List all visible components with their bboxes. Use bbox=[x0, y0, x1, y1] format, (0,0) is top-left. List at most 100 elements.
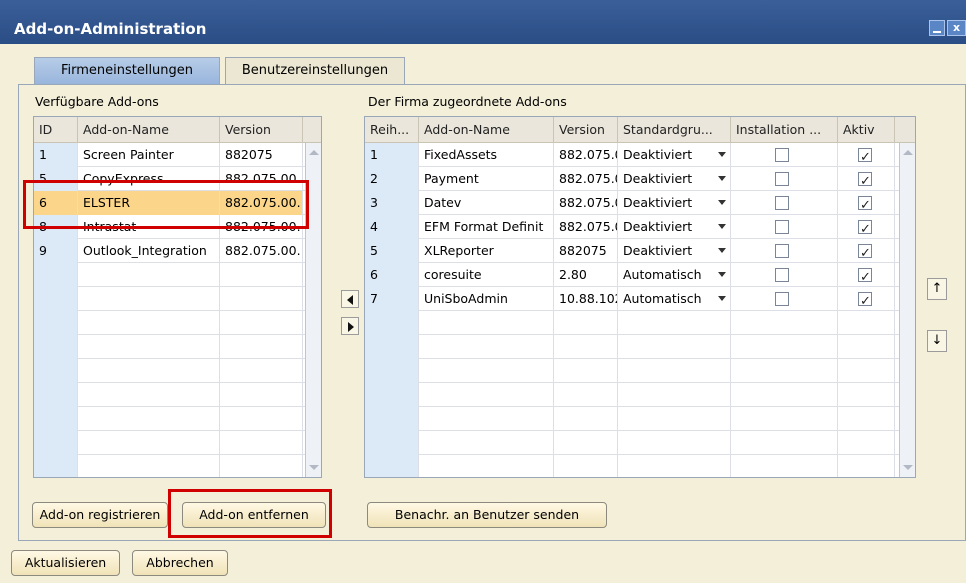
table-row[interactable] bbox=[365, 335, 899, 359]
table-row[interactable] bbox=[34, 407, 305, 431]
active-checkbox[interactable] bbox=[858, 218, 872, 239]
tab-user-settings[interactable]: Benutzereinstellungen bbox=[225, 57, 405, 84]
move-right-button[interactable] bbox=[341, 317, 359, 335]
cell-installation[interactable] bbox=[731, 239, 838, 263]
move-down-button[interactable]: ↓ bbox=[927, 330, 947, 352]
cell-default-group[interactable]: Deaktiviert bbox=[618, 167, 731, 191]
table-row[interactable]: 1 Screen Painter 882075 bbox=[34, 143, 305, 167]
scroll-up-icon[interactable] bbox=[903, 150, 913, 155]
dropdown-arrow-icon[interactable] bbox=[718, 200, 726, 205]
cell-default-group[interactable]: Automatisch bbox=[618, 287, 731, 311]
column-active[interactable]: Aktiv bbox=[838, 117, 895, 143]
table-row[interactable]: 2 Payment 882.075.0 Deaktiviert bbox=[365, 167, 899, 191]
cell-active[interactable] bbox=[838, 167, 895, 191]
table-row[interactable]: 4 EFM Format Definit 882.075.0 Deaktiviert bbox=[365, 215, 899, 239]
cell-active[interactable] bbox=[838, 287, 895, 311]
tab-company-settings[interactable]: Firmeneinstellungen bbox=[34, 57, 220, 84]
cell-active[interactable] bbox=[838, 263, 895, 287]
installation-checkbox[interactable] bbox=[775, 292, 789, 306]
cell-installation[interactable] bbox=[731, 215, 838, 239]
table-row[interactable] bbox=[365, 383, 899, 407]
cell-order bbox=[365, 407, 419, 431]
column-installation[interactable]: Installation ... bbox=[731, 117, 838, 143]
table-row[interactable] bbox=[365, 407, 899, 431]
installation-checkbox[interactable] bbox=[775, 148, 789, 162]
table-row[interactable] bbox=[365, 431, 899, 455]
table-row[interactable]: 1 FixedAssets 882.075.0 Deaktiviert bbox=[365, 143, 899, 167]
cell-default-group[interactable]: Deaktiviert bbox=[618, 215, 731, 239]
minimize-icon[interactable] bbox=[929, 20, 945, 36]
tab-label: Benutzereinstellungen bbox=[241, 63, 389, 78]
column-version[interactable]: Version bbox=[554, 117, 618, 143]
installation-checkbox[interactable] bbox=[775, 244, 789, 258]
column-version[interactable]: Version bbox=[220, 117, 303, 143]
scroll-down-icon[interactable] bbox=[309, 465, 319, 470]
right-scrollbar[interactable] bbox=[899, 143, 915, 477]
installation-checkbox[interactable] bbox=[775, 196, 789, 210]
table-row[interactable]: 7 UniSboAdmin 10.88.102 Automatisch bbox=[365, 287, 899, 311]
cell-default-group[interactable]: Deaktiviert bbox=[618, 143, 731, 167]
notify-users-button[interactable]: Benachr. an Benutzer senden bbox=[367, 502, 607, 528]
dropdown-arrow-icon[interactable] bbox=[718, 224, 726, 229]
table-row[interactable]: 9 Outlook_Integration 882.075.00. bbox=[34, 239, 305, 263]
cell-active[interactable] bbox=[838, 215, 895, 239]
cell-active[interactable] bbox=[838, 143, 895, 167]
cell-installation[interactable] bbox=[731, 167, 838, 191]
dropdown-arrow-icon[interactable] bbox=[718, 152, 726, 157]
table-row[interactable] bbox=[365, 311, 899, 335]
move-up-button[interactable]: ↑ bbox=[927, 278, 947, 300]
register-addon-button[interactable]: Add-on registrieren bbox=[32, 502, 168, 528]
cell-installation[interactable] bbox=[731, 263, 838, 287]
scroll-up-icon[interactable] bbox=[309, 150, 319, 155]
dropdown-arrow-icon[interactable] bbox=[718, 272, 726, 277]
table-row[interactable] bbox=[365, 455, 899, 477]
dropdown-arrow-icon[interactable] bbox=[718, 296, 726, 301]
table-row[interactable]: 5 XLReporter 882075 Deaktiviert bbox=[365, 239, 899, 263]
cell-order: 4 bbox=[365, 215, 419, 239]
cell-default-group[interactable]: Deaktiviert bbox=[618, 239, 731, 263]
column-id[interactable]: ID bbox=[34, 117, 78, 143]
active-checkbox[interactable] bbox=[858, 146, 872, 167]
scroll-down-icon[interactable] bbox=[903, 465, 913, 470]
cell-installation[interactable] bbox=[731, 191, 838, 215]
dropdown-arrow-icon[interactable] bbox=[718, 248, 726, 253]
cell-installation[interactable] bbox=[731, 287, 838, 311]
table-row[interactable] bbox=[365, 359, 899, 383]
table-row[interactable] bbox=[34, 455, 305, 477]
dropdown-value: Deaktiviert bbox=[623, 243, 693, 258]
cell-addon-name bbox=[78, 311, 220, 335]
active-checkbox[interactable] bbox=[858, 266, 872, 287]
active-checkbox[interactable] bbox=[858, 242, 872, 263]
active-checkbox[interactable] bbox=[858, 290, 872, 311]
table-row[interactable] bbox=[34, 383, 305, 407]
table-row[interactable] bbox=[34, 359, 305, 383]
table-row[interactable]: 6 coresuite 2.80 Automatisch bbox=[365, 263, 899, 287]
installation-checkbox[interactable] bbox=[775, 172, 789, 186]
table-row[interactable] bbox=[34, 431, 305, 455]
cell-installation[interactable] bbox=[731, 143, 838, 167]
table-row[interactable]: 3 Datev 882.075.0 Deaktiviert bbox=[365, 191, 899, 215]
table-row[interactable] bbox=[34, 287, 305, 311]
cell-active[interactable] bbox=[838, 239, 895, 263]
cell-default-group[interactable]: Automatisch bbox=[618, 263, 731, 287]
cancel-button[interactable]: Abbrechen bbox=[132, 550, 228, 576]
installation-checkbox[interactable] bbox=[775, 220, 789, 234]
active-checkbox[interactable] bbox=[858, 194, 872, 215]
close-icon[interactable]: x bbox=[947, 20, 966, 36]
column-addon-name[interactable]: Add-on-Name bbox=[419, 117, 554, 143]
cell-version: 882.075.0 bbox=[554, 191, 618, 215]
column-addon-name[interactable]: Add-on-Name bbox=[78, 117, 220, 143]
column-default-group[interactable]: Standardgru... bbox=[618, 117, 731, 143]
update-button[interactable]: Aktualisieren bbox=[11, 550, 120, 576]
move-left-button[interactable] bbox=[341, 290, 359, 308]
installation-checkbox[interactable] bbox=[775, 268, 789, 282]
table-row[interactable] bbox=[34, 263, 305, 287]
table-row[interactable] bbox=[34, 335, 305, 359]
table-row[interactable] bbox=[34, 311, 305, 335]
cell-active[interactable] bbox=[838, 191, 895, 215]
active-checkbox[interactable] bbox=[858, 170, 872, 191]
dropdown-arrow-icon[interactable] bbox=[718, 176, 726, 181]
column-order[interactable]: Reih... bbox=[365, 117, 419, 143]
cell-default-group bbox=[618, 311, 731, 335]
cell-default-group[interactable]: Deaktiviert bbox=[618, 191, 731, 215]
